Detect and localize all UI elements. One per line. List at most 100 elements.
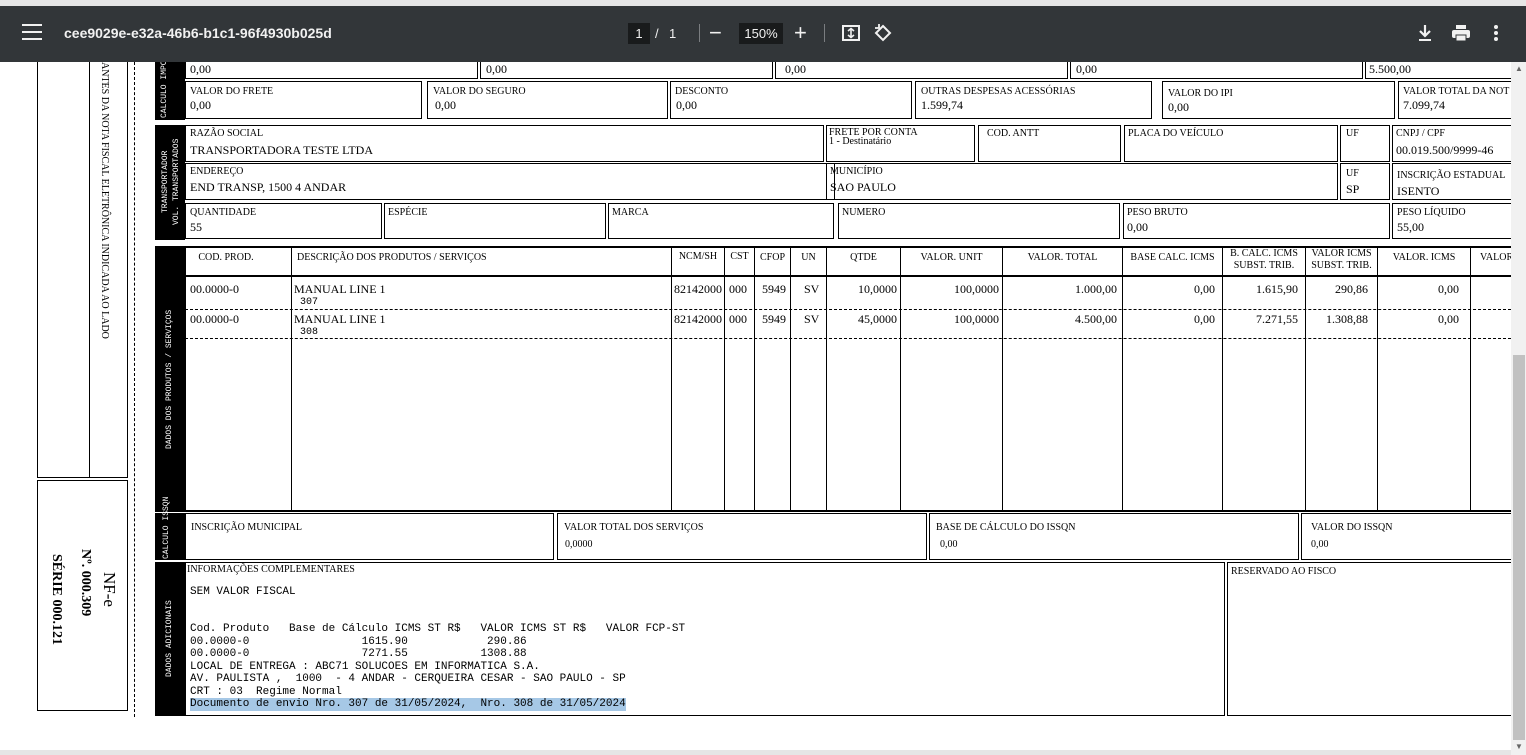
razao-value: TRANSPORTADORA TESTE LTDA bbox=[190, 143, 374, 157]
transp-side-label-2: VOL. TRANSPORTADOS bbox=[172, 138, 181, 226]
rotate-icon[interactable] bbox=[873, 23, 893, 43]
cnpj-value: 00.019.500/9999-46 bbox=[1396, 143, 1494, 157]
calc-row1-value: 0,00 bbox=[1076, 62, 1097, 76]
calc-side-label: CÁLCULO IMPOSTO bbox=[160, 62, 169, 118]
quantidade-value: 55 bbox=[190, 220, 202, 234]
endereco-value: END TRANSP, 1500 4 ANDAR bbox=[190, 180, 347, 194]
menu-icon[interactable] bbox=[22, 24, 42, 40]
hdr-bcicms: BASE CALC. ICMS bbox=[1130, 252, 1215, 263]
calc-row1-value: 5.500,00 bbox=[1369, 62, 1411, 76]
calc-row1-value: 0,00 bbox=[785, 62, 806, 76]
zoom-out-button[interactable]: − bbox=[709, 22, 722, 44]
calc-row1-value: 0,00 bbox=[190, 62, 211, 76]
selected-text[interactable]: Documento de envio Nro. 307 de 31/05/202… bbox=[190, 698, 626, 711]
adic-side-label: DADOS ADICIONAIS bbox=[165, 600, 174, 678]
col-divider bbox=[291, 248, 292, 511]
fit-page-icon[interactable] bbox=[842, 25, 860, 41]
frete-value: 0,00 bbox=[190, 98, 211, 112]
hdr-qtde: QTDE bbox=[850, 252, 877, 263]
info-lines: SEM VALOR FISCAL Cod. Produto Base de Cál… bbox=[190, 573, 685, 723]
row1-vicms: 0,00 bbox=[1438, 282, 1459, 296]
row2-ncm: 82142000 bbox=[674, 312, 722, 326]
calc-cell bbox=[1070, 62, 1363, 79]
scroll-up-arrow[interactable]: ▲ bbox=[1513, 64, 1525, 73]
zoom-level-input[interactable]: 150% bbox=[739, 23, 783, 44]
issqn-cell bbox=[185, 513, 554, 560]
row-separator bbox=[185, 338, 1511, 339]
issqn-side-label: CÁLCULO ISSQN bbox=[162, 496, 171, 559]
peso-bruto-value: 0,00 bbox=[1127, 220, 1148, 234]
ipi-value: 0,00 bbox=[1168, 100, 1189, 114]
info-line: SEM VALOR FISCAL bbox=[190, 585, 296, 598]
print-icon[interactable] bbox=[1451, 24, 1471, 42]
peso-liquido-label: PESO LÍQUIDO bbox=[1397, 207, 1466, 218]
hdr-vunit: VALOR. UNIT bbox=[920, 252, 983, 263]
hdr-un: UN bbox=[801, 252, 816, 263]
row1-sub: 307 bbox=[300, 297, 319, 308]
razao-label: RAZÃO SOCIAL bbox=[190, 128, 264, 139]
desconto-value: 0,00 bbox=[676, 98, 697, 112]
endereco-label: ENDEREÇO bbox=[190, 166, 244, 177]
transp-side-label: TRANSPORTADOR bbox=[161, 150, 170, 214]
im-label: INSCRIÇÃO MUNICIPAL bbox=[191, 522, 303, 533]
info-line: AV. PAULISTA , 1000 - 4 ANDAR - CERQUEIR… bbox=[190, 673, 626, 685]
calc-cell bbox=[775, 62, 1068, 79]
info-line: LOCAL DE ENTREGA : ABC71 SOLUCOES EM INF… bbox=[190, 660, 540, 673]
download-icon[interactable] bbox=[1417, 24, 1433, 42]
row1-bcicms: 0,00 bbox=[1194, 282, 1215, 296]
cut-line bbox=[134, 62, 135, 717]
row1-cst: 000 bbox=[729, 282, 747, 296]
row2-desc: MANUAL LINE 1 bbox=[294, 312, 386, 326]
row1-vunit: 100,0000 bbox=[954, 282, 999, 296]
calc-cell bbox=[1162, 81, 1395, 119]
pdf-page: ANTES DA NOTA FISCAL ELETRÔNICA INDICADA… bbox=[0, 62, 1511, 750]
row2-qtde: 45,0000 bbox=[858, 312, 897, 326]
stub-box bbox=[37, 62, 128, 478]
row2-vtotal: 4.500,00 bbox=[1075, 312, 1117, 326]
row1-desc: MANUAL LINE 1 bbox=[294, 282, 386, 296]
row2-bcst: 7.271,55 bbox=[1256, 312, 1298, 326]
hdr-vtotal: VALOR. TOTAL bbox=[1027, 252, 1098, 263]
info-line: 00.0000-0 7271.55 1308.88 bbox=[190, 648, 527, 660]
frete-conta-value: 1 - Destinatário bbox=[829, 136, 892, 147]
calc-row1-value: 0,00 bbox=[486, 62, 507, 76]
ie-label: INSCRIÇÃO ESTADUAL bbox=[1397, 170, 1506, 181]
hdr-vicms: VALOR. ICMS bbox=[1392, 252, 1456, 263]
toolbar-divider bbox=[699, 24, 700, 42]
row2-vst: 1.308,88 bbox=[1326, 312, 1368, 326]
uf2-value: SP bbox=[1346, 182, 1360, 196]
info-line: CRT : 03 Regime Normal bbox=[190, 685, 342, 698]
antt-label: COD. ANTT bbox=[987, 128, 1040, 139]
seguro-value: 0,00 bbox=[435, 98, 456, 112]
more-options-icon[interactable] bbox=[1493, 25, 1499, 41]
scroll-down-arrow[interactable]: ▼ bbox=[1513, 742, 1525, 751]
row2-cfop: 5949 bbox=[762, 312, 786, 326]
quantidade-label: QUANTIDADE bbox=[190, 207, 257, 218]
page-number-input[interactable]: 1 bbox=[628, 23, 650, 44]
toolbar-divider bbox=[824, 24, 825, 42]
row1-bcst: 1.615,90 bbox=[1256, 282, 1298, 296]
peso-liquido-value: 55,00 bbox=[1397, 220, 1424, 234]
scrollbar-thumb[interactable] bbox=[1513, 355, 1525, 740]
placa-label: PLACA DO VEÍCULO bbox=[1128, 128, 1224, 139]
viss-value: 0,00 bbox=[1311, 539, 1329, 550]
hdr-bcst-2: SUBST. TRIB. bbox=[1233, 260, 1295, 271]
hdr-ncm: NCM/SH bbox=[678, 251, 718, 262]
page-total: 1 bbox=[669, 26, 677, 41]
page-separator: / bbox=[655, 26, 659, 41]
hdr-vst-2: SUBST. TRIB. bbox=[1311, 260, 1372, 271]
hdr-desc: DESCRIÇÃO DOS PRODUTOS / SERVIÇOS bbox=[297, 252, 487, 263]
uf-label: UF bbox=[1346, 128, 1359, 139]
outras-label: OUTRAS DESPESAS ACESSÓRIAS bbox=[921, 86, 1076, 97]
col-divider bbox=[671, 248, 672, 511]
transp-cell bbox=[826, 163, 1338, 200]
ie-value: ISENTO bbox=[1397, 184, 1440, 198]
especie-label: ESPÉCIE bbox=[388, 207, 428, 218]
zoom-in-button[interactable]: + bbox=[794, 22, 807, 44]
reservado-fisco-box bbox=[1227, 562, 1511, 716]
info-line bbox=[190, 611, 685, 624]
col-divider bbox=[790, 248, 791, 511]
stub-text: ANTES DA NOTA FISCAL ELETRÔNICA INDICADA… bbox=[99, 62, 110, 339]
page-gap bbox=[0, 750, 1511, 755]
row1-un: SV bbox=[804, 282, 820, 296]
